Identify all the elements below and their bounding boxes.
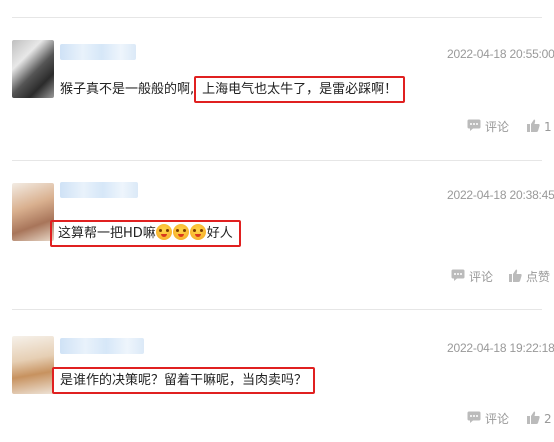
comment-actions: 评论 1 [467, 118, 552, 135]
comment-text-plain: 猴子真不是一般般的啊, [60, 82, 195, 97]
avatar[interactable] [12, 183, 54, 241]
comment-text-suffix: 好人 [206, 226, 233, 241]
comment-timestamp: 2022-04-18 19:22:18 [447, 341, 554, 355]
like-count[interactable]: 1 [544, 120, 552, 134]
thumbs-up-icon[interactable] [527, 119, 540, 135]
comment-button[interactable]: 评论 [469, 268, 493, 285]
like-count[interactable]: 2 [544, 412, 552, 426]
emoji-face-icon [172, 224, 189, 240]
username[interactable] [60, 44, 136, 60]
comment-text-prefix: 这算帮一把HD嘛 [58, 226, 156, 241]
comment-icon[interactable] [451, 269, 465, 284]
username[interactable] [60, 338, 144, 354]
avatar[interactable] [12, 336, 54, 394]
emoji-face-icon [155, 224, 172, 240]
comment-timestamp: 2022-04-18 20:55:00 [447, 47, 554, 61]
comment-actions: 评论 2 [467, 410, 552, 427]
thumbs-up-icon[interactable] [509, 269, 522, 285]
divider [12, 160, 542, 161]
comment-text: 是谁作的决策呢？留着干嘛呢，当肉卖吗？ [52, 367, 316, 394]
like-button[interactable]: 点赞 [526, 268, 550, 285]
thumbs-up-icon[interactable] [527, 411, 540, 427]
highlighted-text: 这算帮一把HD嘛 好人 [50, 220, 241, 247]
avatar[interactable] [12, 40, 54, 98]
comment-button[interactable]: 评论 [485, 118, 509, 135]
highlighted-text: 上海电气也太牛了，是雷必踩啊！ [194, 76, 406, 103]
comment-button[interactable]: 评论 [485, 410, 509, 427]
comment-actions: 评论 点赞 [451, 268, 550, 285]
comment-text: 这算帮一把HD嘛 好人 [50, 220, 241, 247]
comment-icon[interactable] [467, 119, 481, 134]
divider [12, 17, 542, 18]
comment-timestamp: 2022-04-18 20:38:45 [447, 188, 554, 202]
username[interactable] [60, 182, 138, 198]
emoji-face-icon [189, 224, 206, 240]
comment-icon[interactable] [467, 411, 481, 426]
divider [12, 309, 542, 310]
comment-text: 猴子真不是一般般的啊, 上海电气也太牛了，是雷必踩啊！ [60, 76, 406, 103]
highlighted-text: 是谁作的决策呢？留着干嘛呢，当肉卖吗？ [52, 367, 316, 394]
